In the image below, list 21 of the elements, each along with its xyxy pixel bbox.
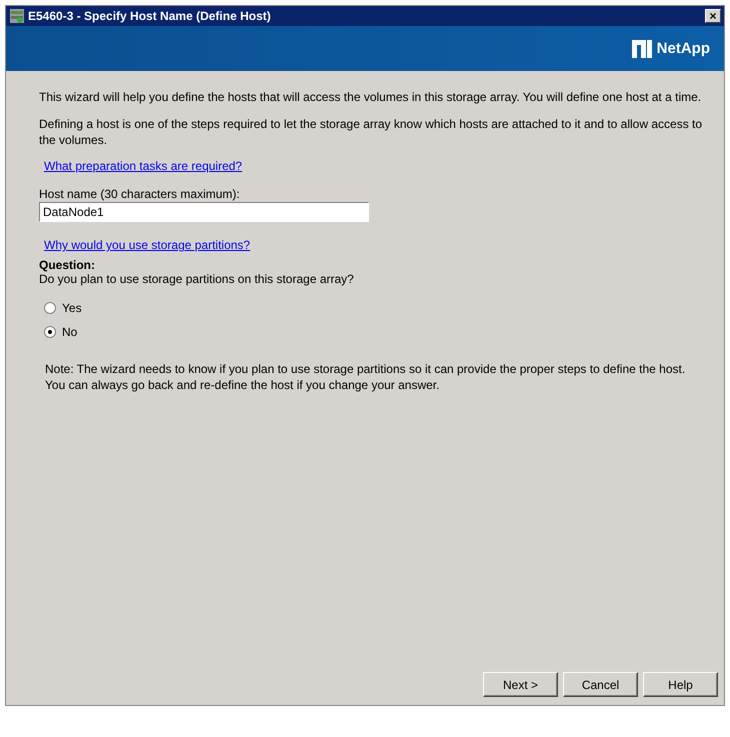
radio-button[interactable] [44, 302, 56, 314]
dialog-button[interactable]: Help [643, 672, 718, 697]
window-title: E5460-3 - Specify Host Name (Define Host) [28, 9, 272, 23]
host-name-field[interactable]: DataNode1 [39, 202, 369, 222]
question-heading: Question: [39, 258, 96, 272]
description-text: Defining a host is one of the steps required to let the storage array know which hosts are attached to it and to allow access to the volumes. [39, 116, 704, 148]
radio-label: Yes [62, 301, 82, 315]
logo-icon [632, 40, 652, 58]
partitions-link[interactable]: Why would you use storage partitions? [44, 238, 250, 252]
note-text: Note: The wizard needs to know if you plan to use storage partitions so it can provide the proper steps to define the host. You can always go back and re-define the host if you change your answer. [45, 361, 686, 393]
intro-text: This wizard will help you define the hosts that will access the volumes in this storage array. You will define one host at a time. [39, 89, 702, 105]
host-name-label: Host name (30 characters maximum): [39, 187, 241, 202]
radio-label: No [62, 325, 78, 339]
radio-button[interactable] [44, 326, 56, 338]
preparation-link[interactable]: What preparation tasks are required? [44, 159, 242, 173]
logo-text: NetApp [656, 40, 710, 57]
storage-array-icon [9, 8, 25, 24]
close-button[interactable]: × [705, 9, 721, 23]
question-text: Do you plan to use storage partitions on this storage array? [39, 272, 355, 287]
dialog-button[interactable]: Next > [483, 672, 558, 697]
dialog-button[interactable]: Cancel [563, 672, 638, 697]
